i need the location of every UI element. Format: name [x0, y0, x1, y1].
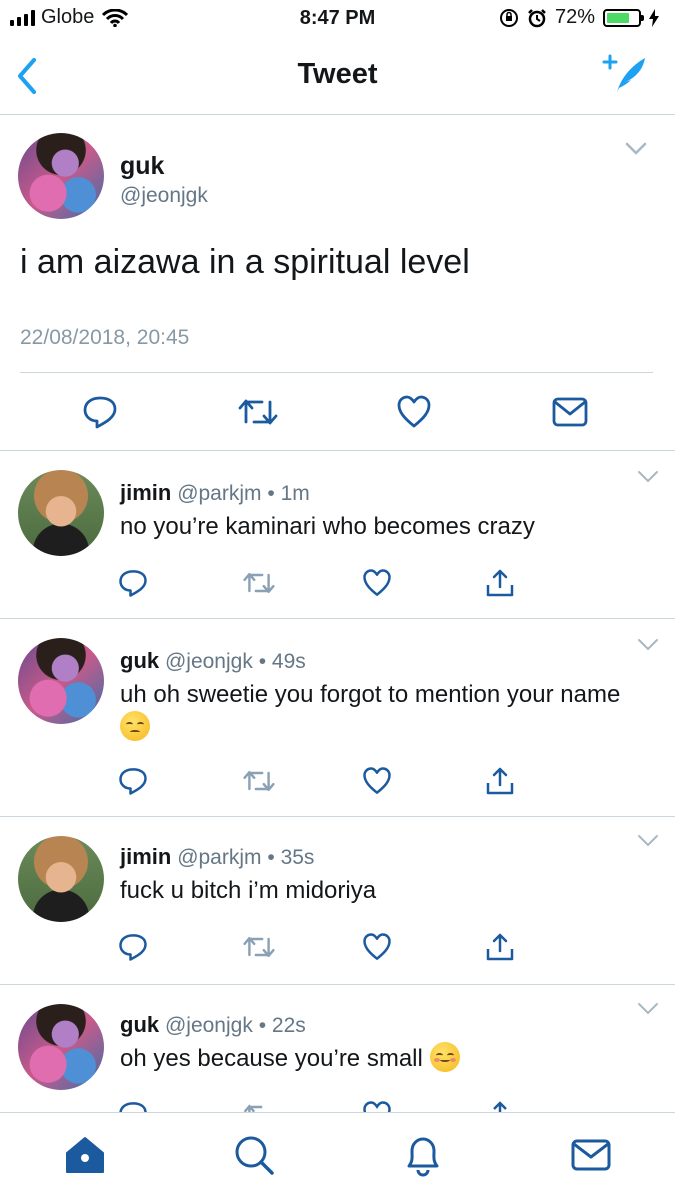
- reply-icon[interactable]: [82, 394, 118, 430]
- like-icon[interactable]: [362, 568, 392, 598]
- chevron-down-icon[interactable]: [625, 142, 647, 156]
- home-icon[interactable]: [63, 1133, 107, 1177]
- reply-text: no you’re kaminari who becomes crazy: [120, 510, 640, 543]
- author-handle[interactable]: @parkjm: [177, 482, 261, 505]
- retweet-icon[interactable]: [243, 768, 275, 794]
- relative-time: 1m: [280, 482, 310, 505]
- orientation-lock-icon: [499, 8, 518, 27]
- reply-tweet[interactable]: jimin @parkjm • 35s fuck u bitch i’m mid…: [0, 818, 675, 985]
- relative-time: 35s: [280, 846, 315, 869]
- chevron-down-icon[interactable]: [637, 638, 659, 652]
- separator-dot: •: [267, 846, 275, 869]
- like-icon[interactable]: [396, 394, 432, 430]
- avatar[interactable]: [18, 836, 104, 922]
- author-name[interactable]: guk: [120, 648, 159, 673]
- battery-icon: [603, 8, 644, 27]
- reply-actions: [0, 932, 675, 966]
- reply-header: guk @jeonjgk • 49s: [120, 648, 306, 674]
- reply-icon[interactable]: [118, 568, 148, 598]
- charging-bolt-icon: [649, 8, 659, 27]
- like-icon[interactable]: [362, 1100, 392, 1112]
- reply-tweet[interactable]: jimin @parkjm • 1m no you’re kaminari wh…: [0, 452, 675, 619]
- reply-text-content: fuck u bitch i’m midoriya: [120, 877, 377, 904]
- reply-text-content: oh yes because you’re small: [120, 1045, 423, 1072]
- chevron-down-icon[interactable]: [637, 834, 659, 848]
- reply-actions: [0, 766, 675, 800]
- reply-tweet[interactable]: guk @jeonjgk • 22s oh yes because you’re…: [0, 986, 675, 1112]
- status-indicators: 72%: [499, 6, 659, 29]
- retweet-icon[interactable]: [243, 570, 275, 596]
- like-icon[interactable]: [362, 932, 392, 962]
- divider: [20, 372, 653, 373]
- reply-text: uh oh sweetie you forgot to mention your…: [120, 678, 625, 744]
- tweet-timestamp: 22/08/2018, 20:45: [20, 326, 190, 349]
- retweet-icon[interactable]: [243, 1102, 275, 1112]
- avatar[interactable]: [18, 1004, 104, 1090]
- author-name[interactable]: guk: [120, 152, 164, 181]
- search-icon[interactable]: [232, 1133, 276, 1177]
- retweet-icon[interactable]: [238, 396, 278, 428]
- reply-header: jimin @parkjm • 35s: [120, 844, 314, 870]
- reply-text-content: no you’re kaminari who becomes crazy: [120, 513, 535, 540]
- compose-tweet-icon[interactable]: [601, 52, 649, 96]
- main-tweet: guk @jeonjgk i am aizawa in a spiritual …: [0, 116, 675, 451]
- avatar[interactable]: [18, 638, 104, 724]
- reply-text: fuck u bitch i’m midoriya: [120, 874, 640, 907]
- tweet-actions: [0, 394, 675, 434]
- status-bar: Globe 8:47 PM 72%: [0, 0, 675, 38]
- chevron-down-icon[interactable]: [637, 470, 659, 484]
- author-handle[interactable]: @parkjm: [177, 846, 261, 869]
- relative-time: 22s: [271, 1014, 306, 1037]
- avatar[interactable]: [18, 470, 104, 556]
- reply-header: guk @jeonjgk • 22s: [120, 1012, 306, 1038]
- separator-dot: •: [258, 650, 267, 673]
- separator-dot: •: [267, 482, 275, 505]
- avatar[interactable]: [18, 133, 104, 219]
- tweet-text: i am aizawa in a spiritual level: [20, 243, 470, 281]
- reply-icon[interactable]: [118, 1100, 148, 1112]
- reply-actions: [0, 1100, 675, 1112]
- notifications-icon[interactable]: [401, 1133, 445, 1177]
- reply-header: jimin @parkjm • 1m: [120, 480, 310, 506]
- share-icon[interactable]: [485, 766, 515, 796]
- battery-percentage: 72%: [554, 6, 595, 28]
- share-icon[interactable]: [485, 568, 515, 598]
- share-icon[interactable]: [485, 1100, 515, 1112]
- tab-bar: [0, 1112, 675, 1200]
- share-icon[interactable]: [485, 932, 515, 962]
- pensive-face-emoji: [120, 711, 150, 741]
- like-icon[interactable]: [362, 766, 392, 796]
- smiling-face-emoji: [429, 1042, 460, 1072]
- reply-tweet[interactable]: guk @jeonjgk • 49s uh oh sweetie you for…: [0, 620, 675, 817]
- alarm-icon: [528, 8, 546, 27]
- retweet-icon[interactable]: [243, 934, 275, 960]
- author-name[interactable]: guk: [120, 1012, 159, 1037]
- page-title: Tweet: [297, 58, 378, 90]
- reply-icon[interactable]: [118, 766, 148, 796]
- reply-text-content: uh oh sweetie you forgot to mention your…: [120, 681, 621, 708]
- reply-actions: [0, 568, 675, 602]
- messages-icon[interactable]: [569, 1133, 613, 1177]
- author-handle[interactable]: @jeonjgk: [120, 184, 208, 208]
- chevron-down-icon[interactable]: [637, 1002, 659, 1016]
- author-name[interactable]: jimin: [120, 480, 171, 505]
- reply-text: oh yes because you’re small: [120, 1042, 640, 1075]
- navigation-bar: Tweet: [0, 38, 675, 115]
- direct-message-icon[interactable]: [552, 396, 588, 428]
- author-name[interactable]: jimin: [120, 844, 171, 869]
- author-handle[interactable]: @jeonjgk: [165, 1014, 253, 1037]
- reply-icon[interactable]: [118, 932, 148, 962]
- relative-time: 49s: [271, 650, 306, 673]
- author-handle[interactable]: @jeonjgk: [165, 650, 253, 673]
- separator-dot: •: [258, 1014, 267, 1037]
